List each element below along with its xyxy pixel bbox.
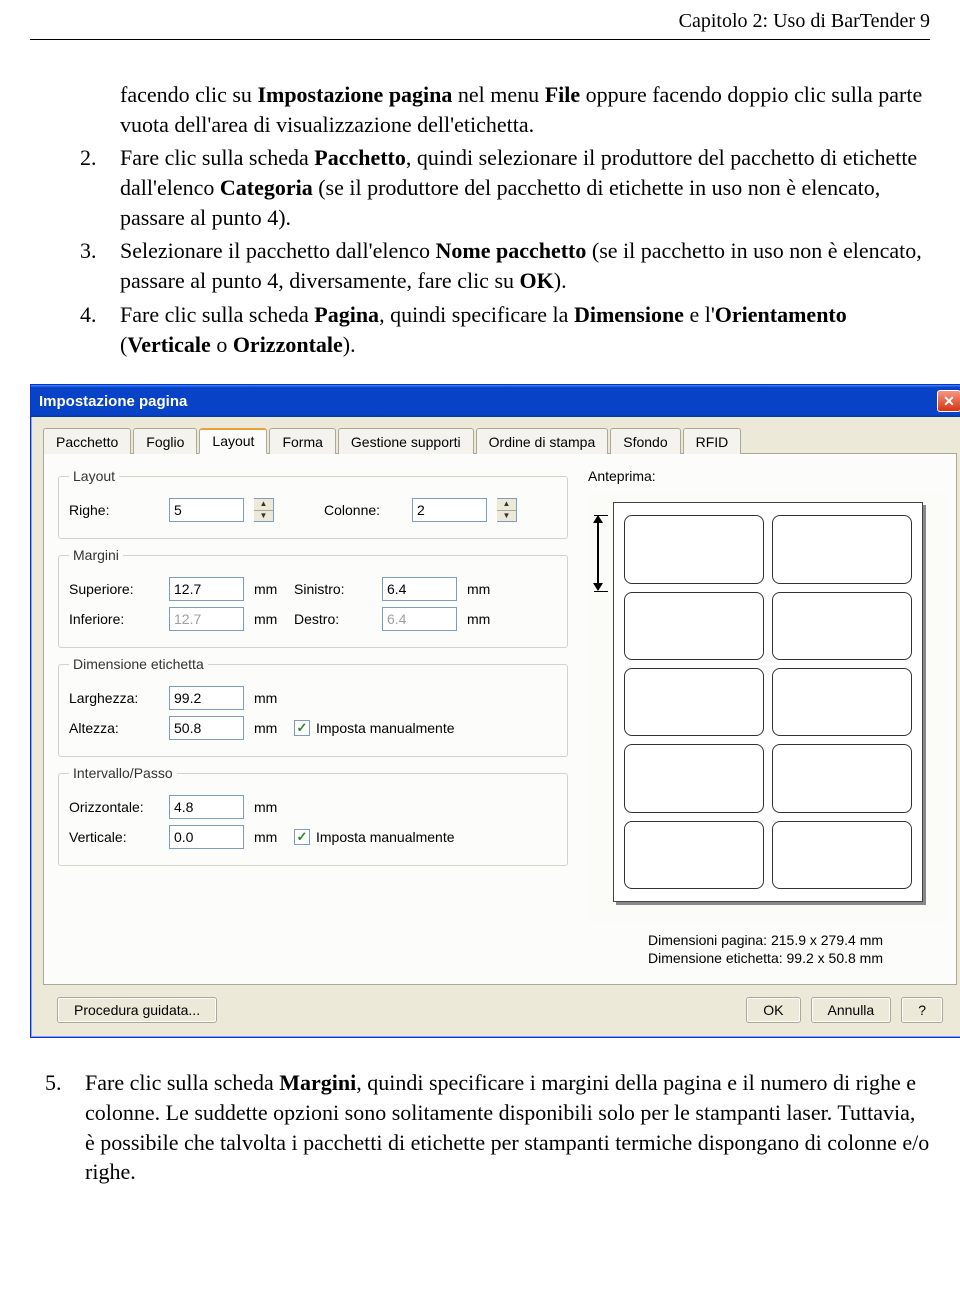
page-dims-text: Dimensioni pagina: 215.9 x 279.4 mm — [588, 932, 948, 948]
group-label-dim-legend: Dimensione etichetta — [69, 656, 208, 672]
margin-right-label: Destro: — [294, 611, 372, 627]
label-dim-manual-text: Imposta manualmente — [316, 720, 455, 736]
rows-input[interactable]: 5 — [169, 498, 244, 522]
width-unit: mm — [254, 690, 284, 706]
tab-gestione-supporti[interactable]: Gestione supporti — [338, 428, 474, 454]
preview-area — [588, 492, 948, 922]
gap-h-input[interactable]: 4.8 — [169, 795, 244, 819]
instruction-5: 5. Fare clic sulla scheda Margini, quind… — [85, 1068, 930, 1187]
instruction-1-cont: facendo clic su Impostazione pagina nel … — [120, 80, 930, 139]
preview-label: Anteprima: — [588, 468, 948, 484]
page-setup-dialog: Impostazione pagina ✕ Pacchetto Foglio L… — [30, 384, 960, 1038]
tab-layout[interactable]: Layout — [199, 428, 267, 454]
gap-h-label: Orizzontale: — [69, 799, 159, 815]
margin-left-label: Sinistro: — [294, 581, 372, 597]
label-dims-text: Dimensione etichetta: 99.2 x 50.8 mm — [588, 950, 948, 966]
label-dim-manual-checkbox[interactable]: ✓ Imposta manualmente — [294, 720, 455, 736]
tab-ordine-stampa[interactable]: Ordine di stampa — [476, 428, 609, 454]
group-gap-legend: Intervallo/Passo — [69, 765, 177, 781]
margin-right-unit: mm — [467, 611, 497, 627]
preview-label-cell — [624, 744, 764, 812]
margin-bottom-input: 12.7 — [169, 607, 244, 631]
preview-label-cell — [624, 668, 764, 736]
close-icon: ✕ — [943, 393, 955, 410]
gap-manual-checkbox[interactable]: ✓ Imposta manualmente — [294, 829, 455, 845]
group-label-dim: Dimensione etichetta Larghezza: 99.2 mm … — [58, 656, 568, 757]
margin-left-unit: mm — [467, 581, 497, 597]
gap-v-label: Verticale: — [69, 829, 159, 845]
width-label: Larghezza: — [69, 690, 159, 706]
preview-label-cell — [772, 592, 912, 660]
cancel-button[interactable]: Annulla — [811, 997, 892, 1023]
height-input[interactable]: 50.8 — [169, 716, 244, 740]
preview-label-cell — [772, 821, 912, 889]
check-icon: ✓ — [294, 829, 310, 845]
chevron-down-icon: ▼ — [254, 511, 273, 522]
dialog-titlebar: Impostazione pagina ✕ — [31, 385, 960, 417]
margin-bottom-label: Inferiore: — [69, 611, 159, 627]
margin-right-input: 6.4 — [382, 607, 457, 631]
cols-input[interactable]: 2 — [412, 498, 487, 522]
dimension-arrow-icon — [590, 515, 606, 591]
tab-panel-layout: Layout Righe: 5 ▲▼ Colonne: 2 ▲▼ Margini — [43, 454, 957, 985]
tab-forma[interactable]: Forma — [269, 428, 335, 454]
height-unit: mm — [254, 720, 284, 736]
page-header: Capitolo 2: Uso di BarTender 9 — [30, 10, 930, 40]
margin-bottom-unit: mm — [254, 611, 284, 627]
preview-label-cell — [624, 592, 764, 660]
width-input[interactable]: 99.2 — [169, 686, 244, 710]
dimension-tick — [594, 591, 608, 592]
tab-rfid[interactable]: RFID — [683, 428, 742, 454]
close-button[interactable]: ✕ — [937, 390, 960, 412]
chevron-up-icon: ▲ — [497, 499, 516, 511]
rows-spinner[interactable]: ▲▼ — [254, 498, 274, 522]
chevron-down-icon: ▼ — [497, 511, 516, 522]
margin-top-input[interactable]: 12.7 — [169, 577, 244, 601]
group-layout: Layout Righe: 5 ▲▼ Colonne: 2 ▲▼ — [58, 468, 568, 539]
tab-pacchetto[interactable]: Pacchetto — [43, 428, 131, 454]
dimension-tick — [594, 515, 608, 516]
dialog-button-row: Procedura guidata... OK Annulla ? — [43, 985, 957, 1025]
instruction-list-2: 5. Fare clic sulla scheda Margini, quind… — [30, 1068, 930, 1187]
chevron-up-icon: ▲ — [254, 499, 273, 511]
ok-button[interactable]: OK — [746, 997, 800, 1023]
gap-v-input[interactable]: 0.0 — [169, 825, 244, 849]
gap-v-unit: mm — [254, 829, 284, 845]
cols-label: Colonne: — [324, 502, 402, 518]
preview-label-cell — [772, 744, 912, 812]
cols-spinner[interactable]: ▲▼ — [497, 498, 517, 522]
margin-left-input[interactable]: 6.4 — [382, 577, 457, 601]
instruction-4: 4. Fare clic sulla scheda Pagina, quindi… — [120, 300, 930, 359]
tab-sfondo[interactable]: Sfondo — [610, 428, 680, 454]
wizard-button[interactable]: Procedura guidata... — [57, 997, 217, 1023]
instruction-3: 3. Selezionare il pacchetto dall'elenco … — [120, 236, 930, 295]
gap-h-unit: mm — [254, 799, 284, 815]
dialog-title: Impostazione pagina — [39, 393, 187, 410]
help-button[interactable]: ? — [901, 997, 943, 1023]
instruction-list: facendo clic su Impostazione pagina nel … — [30, 80, 930, 359]
preview-label-cell — [624, 515, 764, 583]
group-margins-legend: Margini — [69, 547, 123, 563]
group-margins: Margini Superiore: 12.7 mm Sinistro: 6.4… — [58, 547, 568, 648]
group-gap: Intervallo/Passo Orizzontale: 4.8 mm Ver… — [58, 765, 568, 866]
margin-top-unit: mm — [254, 581, 284, 597]
preview-label-cell — [624, 821, 764, 889]
preview-label-cell — [772, 515, 912, 583]
check-icon: ✓ — [294, 720, 310, 736]
group-layout-legend: Layout — [69, 468, 119, 484]
preview-page — [613, 502, 923, 902]
rows-label: Righe: — [69, 502, 159, 518]
tab-foglio[interactable]: Foglio — [133, 428, 197, 454]
tabstrip: Pacchetto Foglio Layout Forma Gestione s… — [43, 427, 957, 454]
preview-label-cell — [772, 668, 912, 736]
instruction-2: 2. Fare clic sulla scheda Pacchetto, qui… — [120, 143, 930, 232]
height-label: Altezza: — [69, 720, 159, 736]
gap-manual-text: Imposta manualmente — [316, 829, 455, 845]
margin-top-label: Superiore: — [69, 581, 159, 597]
